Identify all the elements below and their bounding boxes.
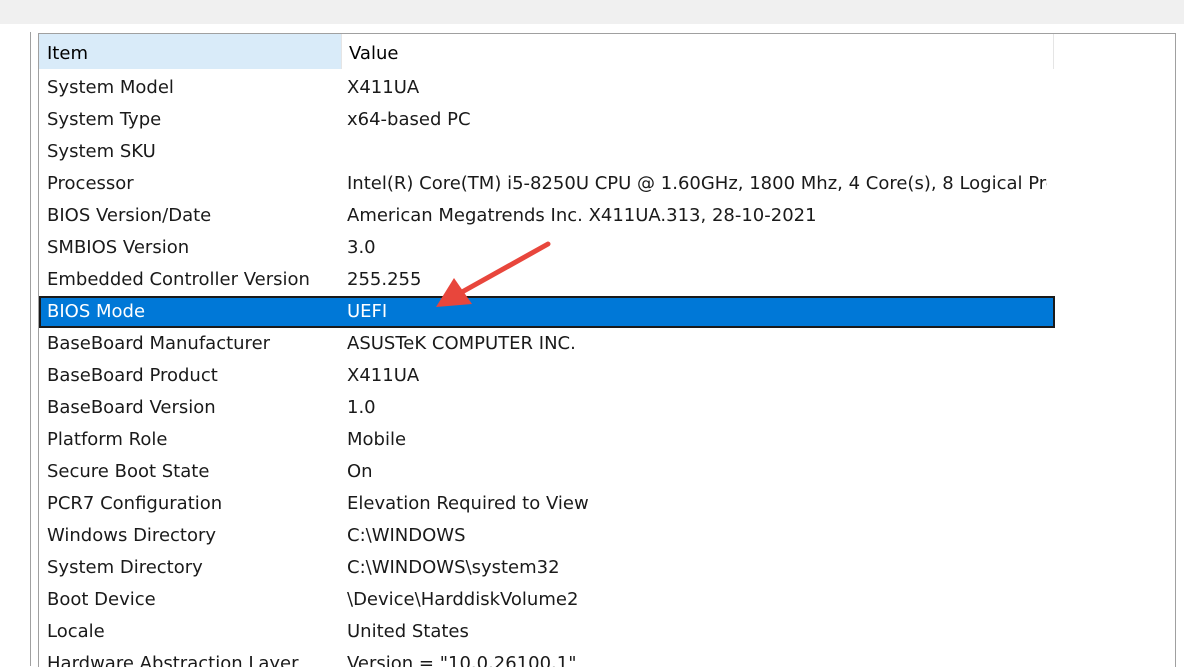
item-cell: SMBIOS Version <box>47 237 190 258</box>
item-cell: PCR7 Configuration <box>47 493 223 514</box>
table-row-pcr7-configuration[interactable]: PCR7 Configuration Elevation Required to… <box>39 488 1055 520</box>
item-cell: BIOS Mode <box>47 301 146 322</box>
item-cell: Processor <box>47 173 134 194</box>
table-row-secure-boot-state[interactable]: Secure Boot State On <box>39 456 1055 488</box>
value-cell: United States <box>347 621 469 642</box>
value-cell: 1.0 <box>347 397 376 418</box>
item-cell: System Directory <box>47 557 203 578</box>
item-cell: BaseBoard Product <box>47 365 218 386</box>
value-cell: UEFI <box>347 301 388 322</box>
value-cell: x64-based PC <box>347 109 471 130</box>
table-row-hardware-abstraction-layer[interactable]: Hardware Abstraction Layer Version = "10… <box>39 648 1055 667</box>
table-rows: System Model X411UA System Type x64-base… <box>39 72 1055 667</box>
value-cell: 255.255 <box>347 269 422 290</box>
table-row-system-model[interactable]: System Model X411UA <box>39 72 1055 104</box>
item-cell: Embedded Controller Version <box>47 269 310 290</box>
table-row-boot-device[interactable]: Boot Device \Device\HarddiskVolume2 <box>39 584 1055 616</box>
item-cell: Windows Directory <box>47 525 217 546</box>
item-cell: System Type <box>47 109 162 130</box>
value-cell: American Megatrends Inc. X411UA.313, 28-… <box>347 205 817 226</box>
table-row-baseboard-manufacturer[interactable]: BaseBoard Manufacturer ASUSTeK COMPUTER … <box>39 328 1055 360</box>
system-info-table: Item Value System Model X411UA System Ty… <box>38 33 1176 667</box>
item-cell: Platform Role <box>47 429 168 450</box>
item-cell: System Model <box>47 77 174 98</box>
item-cell: Secure Boot State <box>47 461 210 482</box>
value-cell: Intel(R) Core(TM) i5-8250U CPU @ 1.60GHz… <box>347 173 1047 194</box>
table-row-system-type[interactable]: System Type x64-based PC <box>39 104 1055 136</box>
value-cell: Elevation Required to View <box>347 493 589 514</box>
value-cell: On <box>347 461 373 482</box>
value-cell: C:\WINDOWS <box>347 525 466 546</box>
value-cell: Version = "10.0.26100.1" <box>347 653 577 667</box>
table-row-windows-directory[interactable]: Windows Directory C:\WINDOWS <box>39 520 1055 552</box>
table-row-system-sku[interactable]: System SKU <box>39 136 1055 168</box>
category-tree-pane[interactable] <box>0 32 31 666</box>
column-header-value[interactable]: Value <box>341 34 1054 69</box>
table-row-embedded-controller-version[interactable]: Embedded Controller Version 255.255 <box>39 264 1055 296</box>
item-cell: Boot Device <box>47 589 156 610</box>
table-row-locale[interactable]: Locale United States <box>39 616 1055 648</box>
table-row-bios-version-date[interactable]: BIOS Version/Date American Megatrends In… <box>39 200 1055 232</box>
value-cell: \Device\HarddiskVolume2 <box>347 589 579 610</box>
value-cell: 3.0 <box>347 237 376 258</box>
value-cell: X411UA <box>347 77 420 98</box>
item-cell: BaseBoard Manufacturer <box>47 333 271 354</box>
table-header: Item Value <box>39 34 1175 69</box>
table-row-baseboard-product[interactable]: BaseBoard Product X411UA <box>39 360 1055 392</box>
table-row-platform-role[interactable]: Platform Role Mobile <box>39 424 1055 456</box>
value-cell: C:\WINDOWS\system32 <box>347 557 560 578</box>
table-row-baseboard-version[interactable]: BaseBoard Version 1.0 <box>39 392 1055 424</box>
item-cell: Locale <box>47 621 105 642</box>
value-cell: ASUSTeK COMPUTER INC. <box>347 333 576 354</box>
table-row-system-directory[interactable]: System Directory C:\WINDOWS\system32 <box>39 552 1055 584</box>
item-cell: Hardware Abstraction Layer <box>47 653 299 667</box>
table-row-smbios-version[interactable]: SMBIOS Version 3.0 <box>39 232 1055 264</box>
table-row-bios-mode-selected[interactable]: BIOS Mode UEFI <box>39 296 1055 328</box>
item-cell: BaseBoard Version <box>47 397 216 418</box>
value-cell: Mobile <box>347 429 407 450</box>
column-header-item[interactable]: Item <box>39 34 341 69</box>
top-toolbar-strip <box>0 0 1184 24</box>
item-cell: BIOS Version/Date <box>47 205 212 226</box>
value-cell: X411UA <box>347 365 420 386</box>
item-cell: System SKU <box>47 141 156 162</box>
table-row-processor[interactable]: Processor Intel(R) Core(TM) i5-8250U CPU… <box>39 168 1055 200</box>
